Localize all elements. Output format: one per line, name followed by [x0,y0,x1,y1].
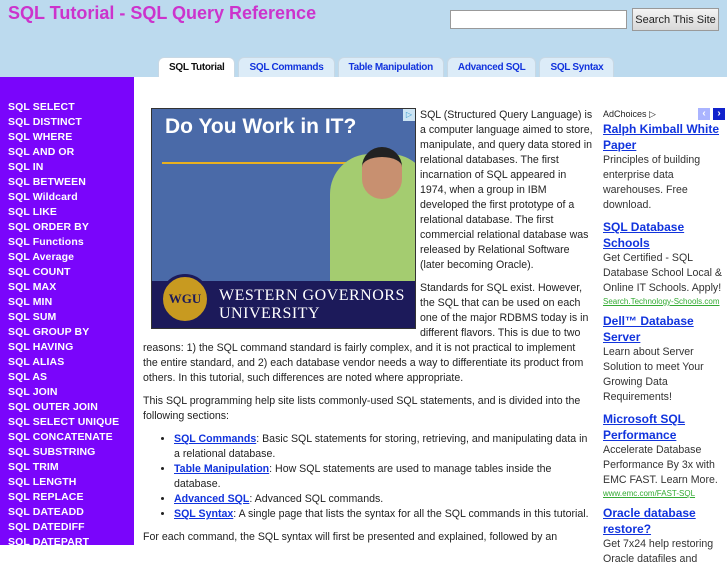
sidebar-link[interactable]: SQL LENGTH [0,475,134,490]
adchoices-icon[interactable]: ▷ [403,109,415,121]
banner-footer: WGU WESTERN GOVERNORS UNIVERSITY [152,274,415,328]
ad-text: Principles of building enterprise data w… [603,154,701,211]
list-item: SQL Commands: Basic SQL statements for s… [174,432,593,462]
commands-paragraph: For each command, the SQL syntax will fi… [143,531,558,543]
list-item: SQL Syntax: A single page that lists the… [174,507,593,522]
section-desc: : Advanced SQL commands. [249,493,384,505]
ad-item: Dell™ Database Server Learn about Server … [603,313,727,405]
tab-advanced-sql[interactable]: Advanced SQL [446,57,537,77]
sql-syntax-link[interactable]: SQL Syntax [174,508,233,520]
sidebar-link[interactable]: SQL JOIN [0,385,134,400]
section-desc: : A single page that lists the syntax fo… [233,508,589,520]
ad-item: Oracle database restore? Get 7x24 help re… [603,505,727,567]
sidebar-link[interactable]: SQL DISTINCT [0,115,134,130]
ad-title-link[interactable]: SQL Database Schools [603,219,727,251]
sidebar-link[interactable]: SQL SUM [0,310,134,325]
ad-title-link[interactable]: Oracle database restore? [603,505,727,537]
sections-intro: This SQL programming help site lists com… [143,395,581,422]
table-manipulation-link[interactable]: Table Manipulation [174,463,269,475]
sidebar-link[interactable]: SQL Functions [0,235,134,250]
sidebar-link[interactable]: SQL MIN [0,295,134,310]
sidebar-link[interactable]: SQL TRIM [0,460,134,475]
university-name: WESTERN GOVERNORS UNIVERSITY [219,287,405,322]
sidebar-link[interactable]: SQL IN [0,160,134,175]
sidebar-link[interactable]: SQL SUBSTRING [0,445,134,460]
sidebar-link[interactable]: SQL Average [0,250,134,265]
sidebar-link[interactable]: SQL ORDER BY [0,220,134,235]
sidebar-link[interactable]: SQL Wildcard [0,190,134,205]
header: SQL Tutorial - SQL Query Reference Searc… [0,0,727,77]
banner-ad[interactable]: Do You Work in IT? WGU WESTERN GOVERNORS… [151,108,416,329]
sql-commands-link[interactable]: SQL Commands [174,433,256,445]
sidebar-link[interactable]: SQL DATEPART [0,535,134,550]
ad-title-link[interactable]: Microsoft SQL Performance [603,411,727,443]
sections-list: SQL Commands: Basic SQL statements for s… [174,432,593,522]
main-content: Do You Work in IT? WGU WESTERN GOVERNORS… [143,108,593,553]
search-button[interactable]: Search This Site [632,8,719,31]
sidebar: SQL SELECT SQL DISTINCT SQL WHERE SQL AND O… [0,77,134,548]
sidebar-link[interactable]: SQL SELECT [0,100,134,115]
ad-text: Accelerate Database Performance By 3x wi… [603,444,718,486]
ad-title-link[interactable]: Dell™ Database Server [603,313,727,345]
sidebar-link[interactable]: SQL BETWEEN [0,175,134,190]
sidebar-link[interactable]: SQL DATEADD [0,505,134,520]
adchoices-text[interactable]: AdChoices ▷ [603,109,656,119]
banner-headline: Do You Work in IT? [165,115,357,138]
sidebar-link[interactable]: SQL WHERE [0,130,134,145]
ad-item: Ralph Kimball White Paper Principles of b… [603,121,727,213]
ad-item: SQL Database Schools Get Certified - SQL … [603,219,727,307]
ad-url-link[interactable]: www.emc.com/FAST-SQL [603,488,727,499]
person-head [362,147,402,199]
sidebar-link[interactable]: SQL DATEDIFF [0,520,134,535]
ad-item: Microsoft SQL Performance Accelerate Data… [603,411,727,499]
sidebar-link[interactable]: SQL GROUP BY [0,325,134,340]
site-title[interactable]: SQL Tutorial - SQL Query Reference [8,3,316,24]
sidebar-link[interactable]: SQL CONCATENATE [0,430,134,445]
tab-sql-tutorial[interactable]: SQL Tutorial [158,57,236,77]
next-arrow-icon[interactable]: › [713,108,725,120]
text-ads: AdChoices ▷ ‹ › Ralph Kimball White Pape… [603,107,727,573]
sidebar-link[interactable]: SQL SELECT UNIQUE [0,415,134,430]
prev-arrow-icon[interactable]: ‹ [698,108,710,120]
list-item: Advanced SQL: Advanced SQL commands. [174,492,593,507]
tab-sql-commands[interactable]: SQL Commands [238,57,335,77]
tab-table-manipulation[interactable]: Table Manipulation [337,57,444,77]
ad-text: Learn about Server Solution to meet Your… [603,346,704,403]
sidebar-link[interactable]: SQL OUTER JOIN [0,400,134,415]
nav-tabs: SQL Tutorial SQL Commands Table Manipula… [158,57,615,77]
sidebar-link[interactable]: SQL AND OR [0,145,134,160]
ad-text: Get Certified - SQL Database School Loca… [603,252,722,294]
wgu-seal-logo: WGU [160,274,210,324]
sidebar-link[interactable]: SQL MAX [0,280,134,295]
list-item: Table Manipulation: How SQL statements a… [174,462,593,492]
sidebar-link[interactable]: SQL AS [0,370,134,385]
sidebar-link[interactable]: SQL LIKE [0,205,134,220]
tab-sql-syntax[interactable]: SQL Syntax [539,57,615,77]
ad-title-link[interactable]: Ralph Kimball White Paper [603,121,727,153]
divider [162,162,347,164]
ad-text: Get 7x24 help restoring Oracle datafiles… [603,538,714,565]
search-input[interactable] [450,10,627,29]
sidebar-link[interactable]: SQL ALIAS [0,355,134,370]
sidebar-link[interactable]: SQL COUNT [0,265,134,280]
ad-url-link[interactable]: Search.Technology-Schools.com [603,296,727,307]
sidebar-link[interactable]: SQL HAVING [0,340,134,355]
advanced-sql-link[interactable]: Advanced SQL [174,493,249,505]
sidebar-link[interactable]: SQL REPLACE [0,490,134,505]
